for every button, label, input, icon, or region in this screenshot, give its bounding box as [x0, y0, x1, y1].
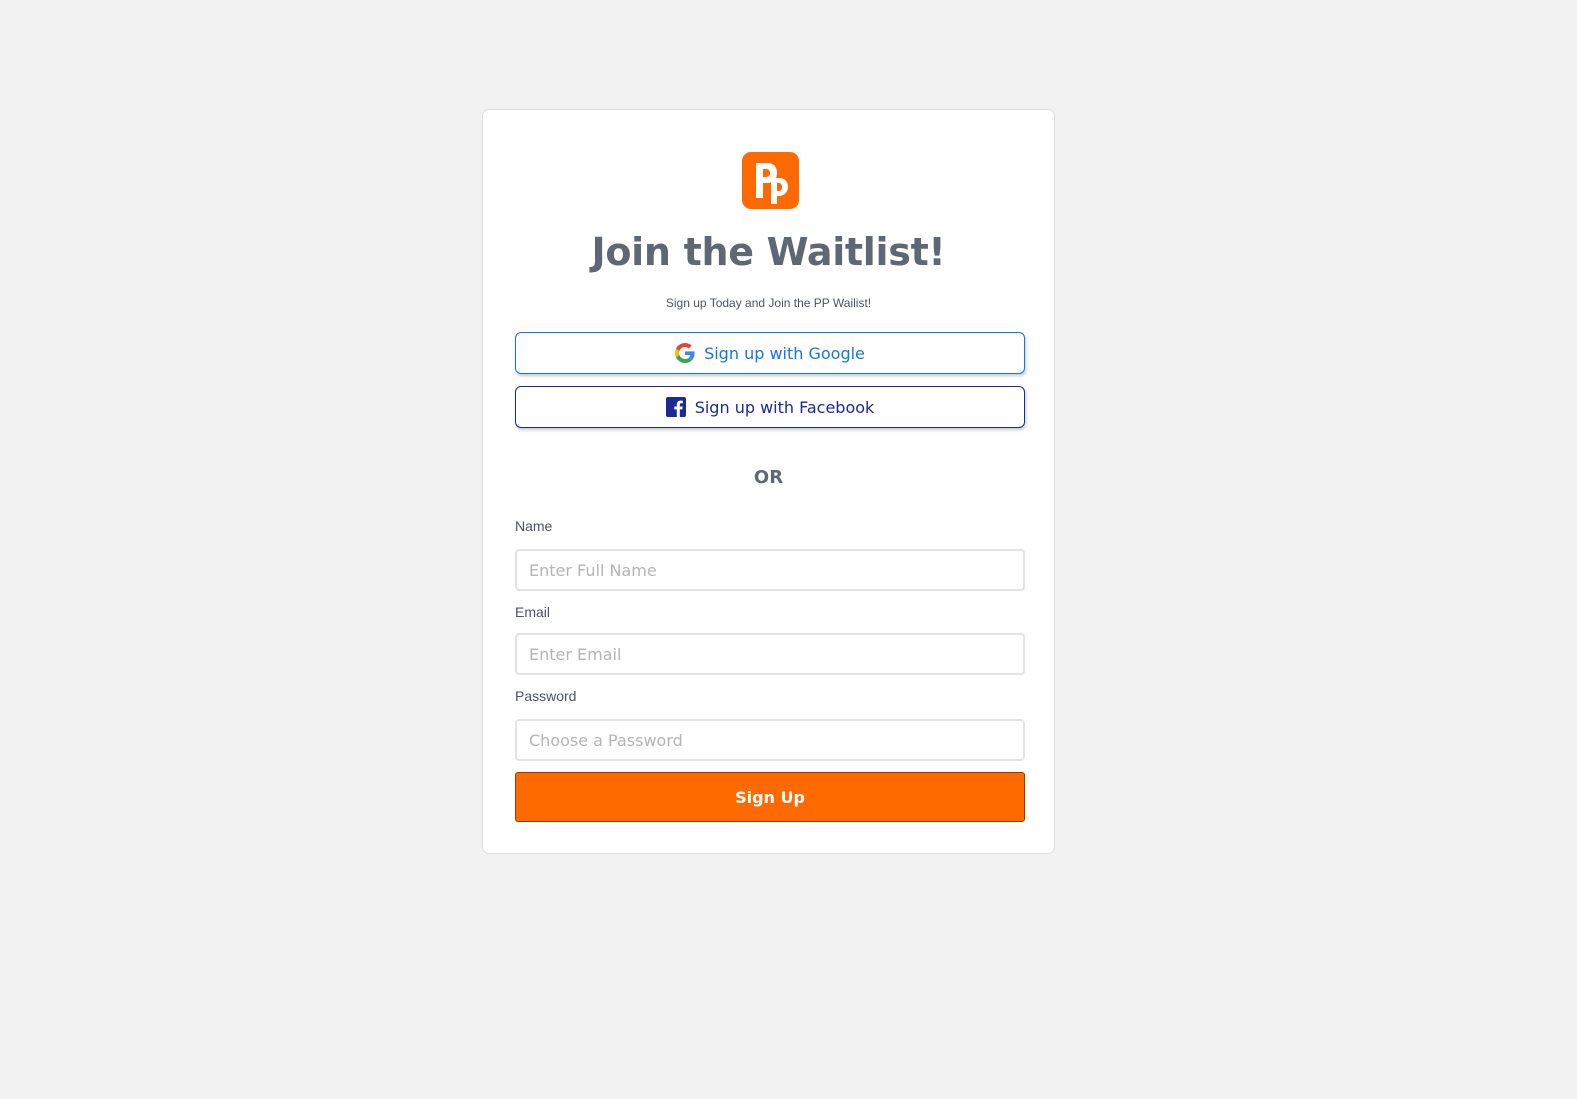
name-label: Name: [515, 518, 553, 534]
facebook-f-icon: [665, 397, 686, 417]
password-input[interactable]: [515, 719, 1025, 761]
app-logo: [742, 152, 799, 209]
password-label: Password: [515, 688, 577, 704]
google-signup-label: Sign up with Google: [704, 343, 865, 363]
signup-card: Join the Waitlist! Sign up Today and Joi…: [482, 109, 1055, 854]
google-signup-button[interactable]: Sign up with Google: [515, 332, 1025, 374]
page-title: Join the Waitlist!: [591, 230, 946, 274]
name-input[interactable]: [515, 549, 1025, 591]
facebook-signup-label: Sign up with Facebook: [694, 397, 875, 417]
email-label: Email: [515, 604, 551, 620]
or-divider: OR: [753, 467, 784, 488]
email-input[interactable]: [515, 633, 1025, 675]
signup-button[interactable]: Sign Up: [515, 772, 1025, 822]
page-subtitle: Sign up Today and Join the PP Wailist!: [665, 296, 872, 310]
facebook-signup-button[interactable]: Sign up with Facebook: [515, 386, 1025, 428]
google-g-icon: [675, 343, 695, 363]
logo-pp-mark: [756, 163, 788, 204]
